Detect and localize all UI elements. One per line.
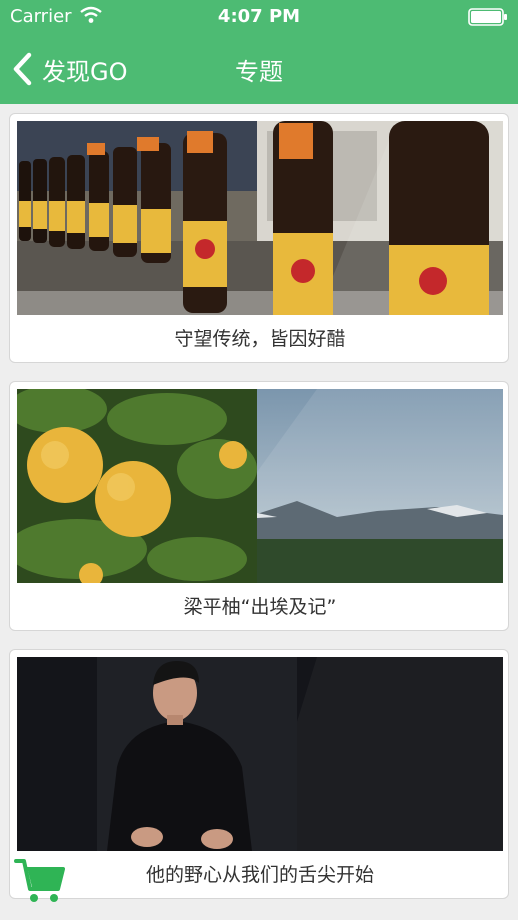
status-time: 4:07 PM xyxy=(217,6,301,27)
battery-icon xyxy=(468,8,507,26)
navigation-bar: 发现GO 专题 xyxy=(0,34,518,104)
status-bar: Carrier 4:07 PM xyxy=(0,0,518,34)
topic-card[interactable]: 守望传统，皆因好醋 xyxy=(9,113,509,363)
pomelo-mountains-photo xyxy=(17,389,503,583)
app-header: Carrier 4:07 PM 发现GO 专题 xyxy=(0,0,518,104)
topic-caption: 守望传统，皆因好醋 xyxy=(174,328,346,350)
vinegar-bottles-photo xyxy=(17,121,503,315)
topic-card[interactable]: 他的野心从我们的舌尖开始 xyxy=(9,649,509,899)
topic-caption: 梁平柚“出埃及记” xyxy=(183,596,337,618)
page-title: 专题 xyxy=(235,58,283,86)
cart-icon[interactable] xyxy=(14,855,66,905)
man-portrait-photo xyxy=(17,657,503,851)
topic-caption: 他的野心从我们的舌尖开始 xyxy=(145,864,374,886)
topic-list[interactable]: 守望传统，皆因好醋 梁平柚“出埃及记” 他的野心从我们的舌尖开始 xyxy=(0,104,518,920)
topic-card[interactable]: 梁平柚“出埃及记” xyxy=(9,381,509,631)
